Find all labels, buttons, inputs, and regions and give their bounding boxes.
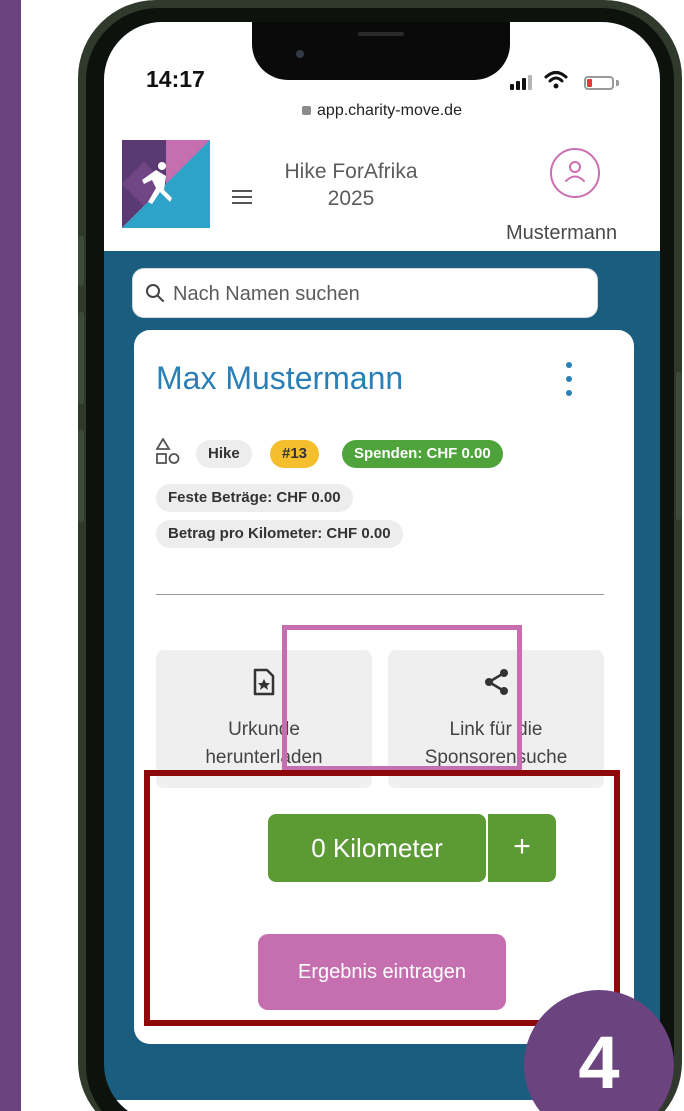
more-vertical-icon[interactable] [564, 362, 574, 402]
lock-icon [302, 106, 312, 115]
sport-chip: Hike [196, 440, 252, 468]
tracking-highlight [144, 770, 620, 1026]
status-time: 14:17 [146, 66, 205, 92]
wifi-icon [544, 70, 568, 95]
app-logo[interactable] [122, 140, 210, 228]
battery-tip [616, 80, 619, 86]
address-url: app.charity-move.de [317, 102, 462, 119]
event-title-line1: Hike ForAfrika [284, 160, 418, 183]
camera-icon [296, 50, 304, 58]
phone-volume-down [78, 430, 84, 522]
shapes-icon [156, 438, 180, 464]
speaker-grille [358, 32, 404, 36]
event-title: Hike ForAfrika 2025 [276, 158, 426, 212]
address-bar[interactable]: app.charity-move.de [104, 102, 660, 120]
user-name[interactable]: Mustermann [506, 222, 617, 245]
status-bar: 14:17 app.charity-move.de [104, 22, 660, 134]
certificate-icon [253, 668, 275, 696]
search-icon [146, 284, 164, 302]
fixed-amounts-chip: Feste Beträge: CHF 0.00 [156, 484, 353, 512]
app-header: Hike ForAfrika 2025 Mustermann [104, 134, 660, 251]
participant-name[interactable]: Max Mustermann [156, 360, 403, 397]
status-icons [510, 70, 630, 94]
event-title-line2: 2025 [327, 187, 375, 210]
sponsor-link-highlight [282, 625, 522, 771]
per-km-chip: Betrag pro Kilometer: CHF 0.00 [156, 520, 403, 548]
user-icon[interactable] [550, 148, 600, 198]
number-chip: #13 [270, 440, 320, 468]
phone-notch [252, 22, 510, 80]
phone-volume-up [78, 312, 84, 404]
menu-icon[interactable] [232, 190, 252, 204]
phone-power-button [676, 372, 682, 520]
battery-icon [584, 76, 614, 90]
left-accent-bar [0, 0, 21, 1111]
signal-icon [510, 70, 536, 94]
donations-chip: Spenden: CHF 0.00 [342, 440, 503, 468]
phone-silent-switch [78, 236, 84, 286]
card-divider [156, 594, 604, 595]
search-input[interactable] [173, 279, 583, 309]
search-box[interactable] [132, 268, 598, 318]
